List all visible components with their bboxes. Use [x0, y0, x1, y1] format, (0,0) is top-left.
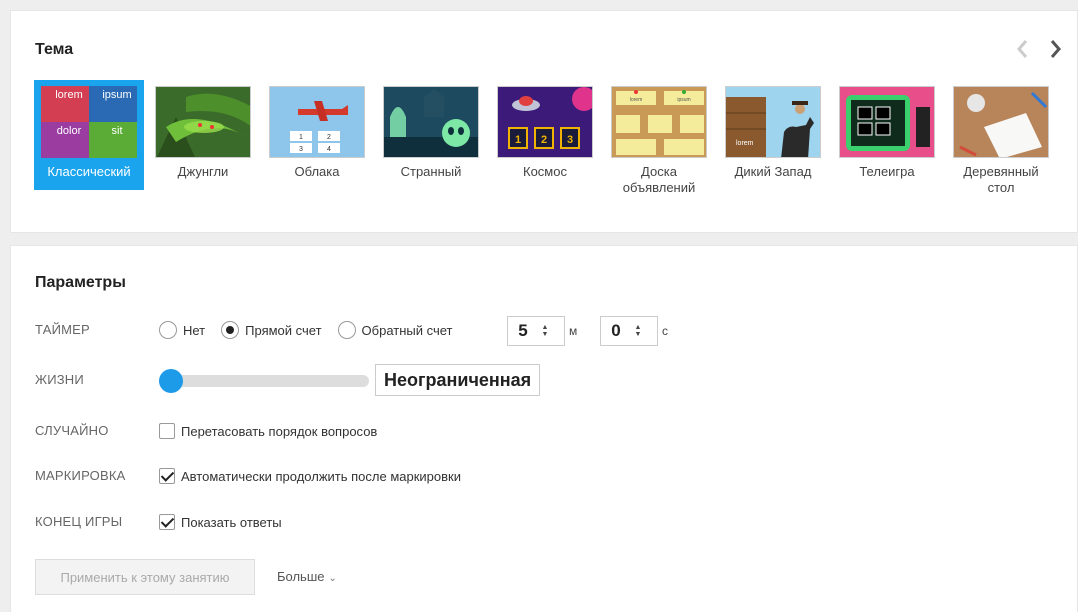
- checkmark-icon: [159, 514, 175, 530]
- lives-label: ЖИЗНИ: [35, 372, 84, 387]
- theme-classic-thumbnail: lorem ipsum dolor sit: [41, 86, 137, 158]
- end-game-controls: Показать ответы: [159, 508, 282, 536]
- seconds-stepper[interactable]: 0 ▲ ▼: [600, 316, 658, 346]
- params-panel: Параметры ТАЙМЕР Нет Прямой счет Обратны…: [10, 245, 1078, 612]
- theme-board-thumbnail: lorem ipsum: [611, 86, 707, 158]
- theme-space-thumbnail: 1 2 3: [497, 86, 593, 158]
- seconds-value: 0: [611, 321, 621, 340]
- radio-label: Обратный счет: [361, 322, 453, 338]
- timer-row: ТАЙМЕР Нет Прямой счет Обратный счет 5 ▲…: [35, 316, 1055, 346]
- clouds-tile-1: 1: [299, 134, 303, 141]
- theme-name: Космос: [523, 164, 567, 179]
- theme-strange[interactable]: Странный: [376, 80, 486, 180]
- theme-name: Странный: [400, 164, 462, 179]
- timer-option-count-up[interactable]: Прямой счет: [221, 316, 322, 344]
- shuffle-questions-checkbox[interactable]: Перетасовать порядок вопросов: [159, 417, 377, 445]
- auto-continue-checkbox[interactable]: Автоматически продолжить после маркировк…: [159, 462, 461, 490]
- theme-carousel: lorem ipsum dolor sit Классический Джунг…: [34, 80, 1078, 210]
- wild-west-tile-1: lorem: [736, 140, 754, 147]
- marking-label: МАРКИРОВКА: [35, 468, 126, 483]
- theme-name: Деревянный стол: [963, 164, 1039, 195]
- theme-wooden-desk[interactable]: Деревянный стол: [946, 80, 1056, 196]
- radio-selected-icon: [221, 321, 240, 339]
- end-game-label: КОНЕЦ ИГРЫ: [35, 514, 123, 529]
- seconds-unit: с: [662, 324, 668, 338]
- theme-name: Телеигра: [859, 164, 915, 179]
- space-tile-3: 3: [567, 134, 573, 146]
- minutes-stepper[interactable]: 5 ▲ ▼: [507, 316, 565, 346]
- theme-panel: Тема lorem ipsum dolor sit Классический: [10, 10, 1078, 233]
- theme-name: Облака: [294, 164, 340, 179]
- random-row: СЛУЧАЙНО Перетасовать порядок вопросов: [35, 417, 1055, 445]
- theme-board[interactable]: lorem ipsum Доска объявлений: [604, 80, 714, 196]
- params-title: Параметры: [35, 274, 126, 291]
- more-link[interactable]: Больше ⌄: [277, 569, 337, 584]
- checkbox-label: Перетасовать порядок вопросов: [181, 423, 378, 439]
- space-tile-2: 2: [541, 134, 547, 146]
- theme-wild-west[interactable]: lorem Дикий Запад: [718, 80, 828, 180]
- theme-name: Джунгли: [177, 164, 229, 179]
- checkmark-icon: [159, 468, 175, 484]
- theme-classic[interactable]: lorem ipsum dolor sit Классический: [34, 80, 144, 190]
- more-label: Больше: [277, 569, 325, 584]
- stepper-arrows-icon[interactable]: ▲ ▼: [631, 324, 645, 338]
- clouds-tile-2: 2: [327, 134, 331, 141]
- stepper-arrows-icon[interactable]: ▲ ▼: [538, 324, 552, 338]
- minutes-unit: м: [569, 324, 578, 338]
- board-tile-1: lorem: [630, 97, 643, 103]
- timer-option-none[interactable]: Нет: [159, 316, 205, 344]
- show-answers-checkbox[interactable]: Показать ответы: [159, 508, 282, 536]
- checkbox-label: Показать ответы: [181, 514, 282, 530]
- classic-tile-3: dolor: [41, 122, 89, 158]
- theme-name: Доска объявлений: [622, 164, 696, 195]
- apply-to-activity-button[interactable]: Применить к этому занятию: [35, 559, 255, 595]
- radio-label: Прямой счет: [245, 322, 322, 338]
- timer-option-countdown[interactable]: Обратный счет: [337, 316, 453, 344]
- theme-nav: [1003, 38, 1067, 65]
- lives-slider-thumb[interactable]: [159, 369, 183, 393]
- minutes-value: 5: [518, 321, 528, 340]
- classic-tile-1: lorem: [41, 86, 89, 122]
- marking-controls: Автоматически продолжить после маркировк…: [159, 462, 461, 490]
- classic-tile-4: sit: [89, 122, 137, 158]
- radio-label: Нет: [183, 322, 206, 338]
- board-tile-2: ipsum: [677, 97, 690, 103]
- theme-wild-west-thumbnail: lorem: [725, 86, 821, 158]
- chevron-down-icon: ⌄: [328, 573, 337, 584]
- lives-controls: Неограниченная: [159, 364, 559, 396]
- theme-space[interactable]: 1 2 3 Космос: [490, 80, 600, 180]
- timer-controls: Нет Прямой счет Обратный счет 5 ▲ ▼ м 0 ▲…: [159, 316, 668, 346]
- theme-wooden-desk-thumbnail: [953, 86, 1049, 158]
- theme-title: Тема: [35, 41, 74, 58]
- clouds-tile-3: 3: [299, 146, 303, 153]
- clouds-tile-4: 4: [327, 146, 331, 153]
- theme-name: Классический: [47, 164, 131, 179]
- lives-row: ЖИЗНИ Неограниченная: [35, 364, 1055, 396]
- random-label: СЛУЧАЙНО: [35, 423, 109, 438]
- next-arrow-icon[interactable]: [1049, 38, 1067, 60]
- theme-strange-thumbnail: [383, 86, 479, 158]
- lives-value: Неограниченная: [375, 364, 541, 396]
- end-game-row: КОНЕЦ ИГРЫ Показать ответы: [35, 508, 1055, 536]
- radio-icon: [159, 321, 177, 339]
- timer-label: ТАЙМЕР: [35, 322, 90, 337]
- lives-slider-track[interactable]: [159, 375, 369, 387]
- theme-clouds[interactable]: 1 2 3 4 Облака: [262, 80, 372, 180]
- classic-tile-2: ipsum: [89, 86, 137, 122]
- theme-clouds-thumbnail: 1 2 3 4: [269, 86, 365, 158]
- theme-tv-show[interactable]: Телеигра: [832, 80, 942, 180]
- theme-jungle-thumbnail: [155, 86, 251, 158]
- prev-arrow-icon[interactable]: [1015, 38, 1033, 60]
- checkbox-icon: [159, 423, 175, 439]
- theme-jungle[interactable]: Джунгли: [148, 80, 258, 180]
- checkbox-label: Автоматически продолжить после маркировк…: [181, 468, 461, 484]
- space-tile-1: 1: [515, 134, 521, 146]
- radio-icon: [337, 321, 356, 339]
- theme-tv-show-thumbnail: [839, 86, 935, 158]
- random-controls: Перетасовать порядок вопросов: [159, 417, 377, 445]
- theme-name: Дикий Запад: [734, 164, 812, 179]
- marking-row: МАРКИРОВКА Автоматически продолжить посл…: [35, 462, 1055, 490]
